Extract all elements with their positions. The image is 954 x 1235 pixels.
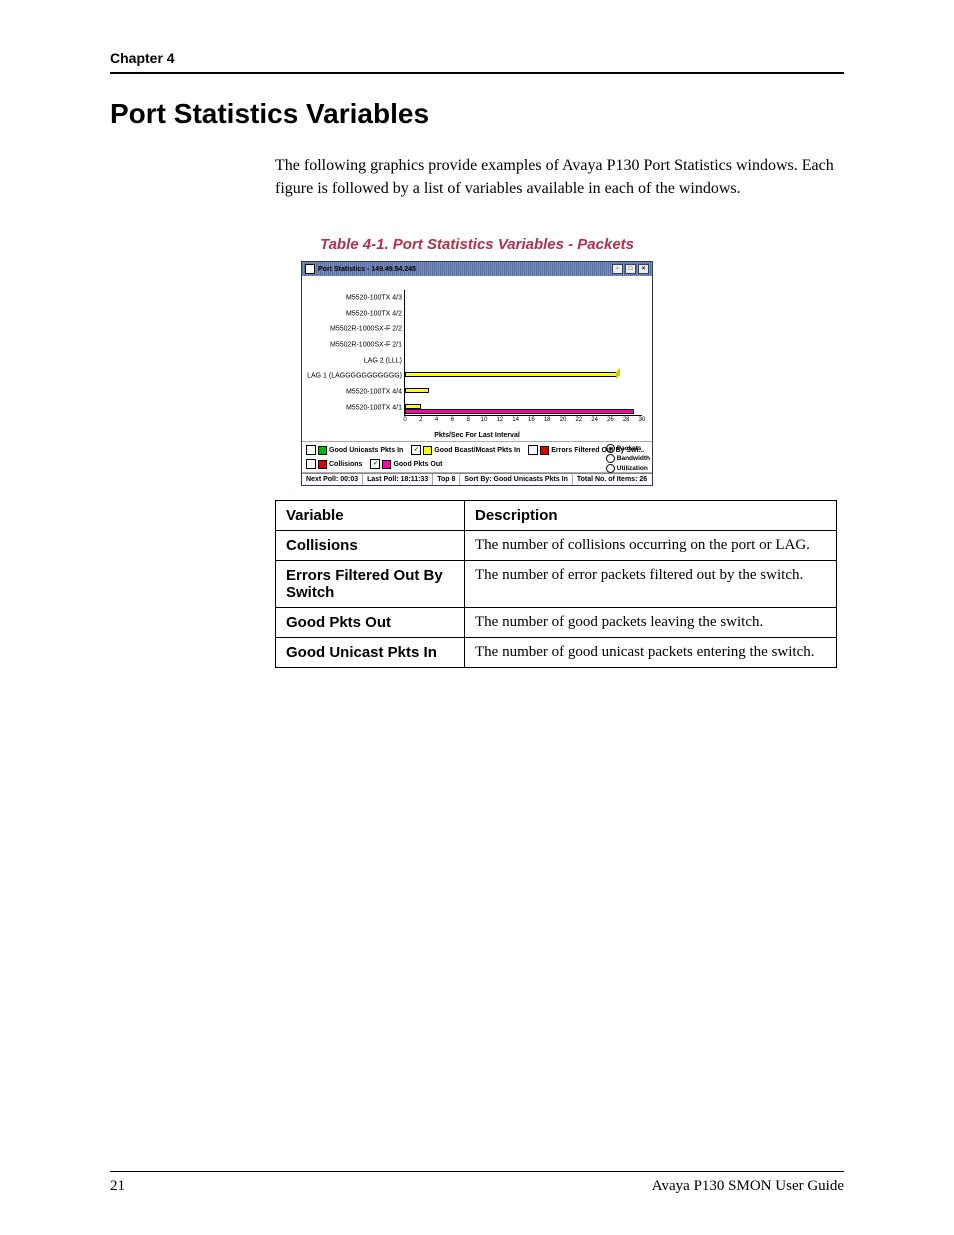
chart-x-tick: 24: [591, 417, 598, 423]
chapter-header: Chapter 4: [110, 50, 844, 66]
chart-x-tick: 22: [575, 417, 582, 423]
chart-x-tick: 0: [403, 417, 406, 423]
window-title: Port Statistics - 149.49.54.245: [318, 266, 416, 273]
legend-label: Good Unicasts Pkts In: [329, 447, 403, 454]
status-total: Total No. of Items: 26: [573, 474, 651, 485]
chart-y-label: LAG 1 (LAGGGGGGGGGGG): [307, 373, 405, 380]
radio-bandwidth[interactable]: Bandwidth: [606, 454, 650, 463]
swatch-icon: [423, 446, 432, 455]
radio-label: Bandwidth: [617, 455, 650, 462]
checkbox-icon[interactable]: [528, 445, 538, 455]
guide-name: Avaya P130 SMON User Guide: [652, 1178, 844, 1195]
header-rule: [110, 72, 844, 74]
window-titlebar: Port Statistics - 149.49.54.245 ▫ □ ×: [302, 262, 652, 276]
window-icon: [305, 264, 315, 274]
swatch-icon: [540, 446, 549, 455]
chart-x-tick: 8: [467, 417, 470, 423]
variable-description: The number of good unicast packets enter…: [465, 638, 837, 668]
status-next-poll: Next Poll: 00:03: [302, 474, 363, 485]
legend-label: Good Bcast/Mcast Pkts In: [434, 447, 520, 454]
legend-label: Good Pkts Out: [393, 461, 442, 468]
col-variable: Variable: [276, 501, 465, 531]
status-last-poll: Last Poll: 18:11:33: [363, 474, 433, 485]
chart-x-tick: 10: [481, 417, 488, 423]
chart-x-tick: 28: [623, 417, 630, 423]
table-row: Good Unicast Pkts InThe number of good u…: [276, 638, 837, 668]
port-stats-window: Port Statistics - 149.49.54.245 ▫ □ × M5…: [301, 261, 653, 486]
chart-x-tick: 18: [544, 417, 551, 423]
legend-item-collisions[interactable]: Collisions: [306, 459, 362, 469]
radio-label: Utilization: [617, 465, 648, 472]
swatch-icon: [318, 446, 327, 455]
chart-bar: [405, 372, 618, 377]
checkbox-icon[interactable]: [306, 445, 316, 455]
table-row: CollisionsThe number of collisions occur…: [276, 531, 837, 561]
chart-bar: [405, 409, 634, 414]
close-icon[interactable]: ×: [638, 264, 649, 274]
chart-x-tick: 16: [528, 417, 535, 423]
status-bar: Next Poll: 00:03 Last Poll: 18:11:33 Top…: [302, 473, 652, 485]
variable-description: The number of collisions occurring on th…: [465, 531, 837, 561]
legend-item-good-out[interactable]: Good Pkts Out: [370, 459, 442, 469]
chart-x-tick: 2: [419, 417, 422, 423]
chart-y-label: M5520-100TX 4/2: [346, 310, 405, 317]
maximize-icon[interactable]: □: [625, 264, 636, 274]
col-description: Description: [465, 501, 837, 531]
checkbox-icon[interactable]: [370, 459, 380, 469]
chart-y-label: M5520-100TX 4/1: [346, 404, 405, 411]
legend-item-bcast[interactable]: Good Bcast/Mcast Pkts In: [411, 445, 520, 455]
chart-x-tick: 4: [435, 417, 438, 423]
variable-description: The number of error packets filtered out…: [465, 561, 837, 608]
intro-paragraph: The following graphics provide examples …: [275, 154, 844, 200]
radio-utilization[interactable]: Utilization: [606, 464, 650, 473]
radio-icon[interactable]: [606, 464, 615, 473]
chart-y-label: LAG 2 (LLL): [364, 357, 405, 364]
chart-bar: [405, 388, 429, 393]
checkbox-icon[interactable]: [411, 445, 421, 455]
radio-packets[interactable]: Packets: [606, 444, 650, 453]
chart-x-tick: 20: [560, 417, 567, 423]
chart-y-label: M5502R-1000SX-F 2/1: [330, 342, 405, 349]
chart-x-tick: 26: [607, 417, 614, 423]
chart-x-tick: 12: [496, 417, 503, 423]
chart-y-label: M5502R-1000SX-F 2/2: [330, 326, 405, 333]
radio-label: Packets: [617, 445, 642, 452]
variable-name: Good Unicast Pkts In: [276, 638, 465, 668]
radio-icon[interactable]: [606, 444, 615, 453]
chart-y-label: M5520-100TX 4/3: [346, 295, 405, 302]
page-number: 21: [110, 1178, 125, 1195]
legend-item-good-unicasts[interactable]: Good Unicasts Pkts In: [306, 445, 403, 455]
chart-xlabel: Pkts/Sec For Last Interval: [302, 432, 652, 439]
swatch-icon: [382, 460, 391, 469]
legend: Good Unicasts Pkts In Good Bcast/Mcast P…: [302, 442, 652, 473]
variable-name: Errors Filtered Out By Switch: [276, 561, 465, 608]
variables-table: Variable Description CollisionsThe numbe…: [275, 500, 837, 668]
chart-x-tick: 14: [512, 417, 519, 423]
page-footer: 21 Avaya P130 SMON User Guide: [110, 1163, 844, 1195]
variable-description: The number of good packets leaving the s…: [465, 608, 837, 638]
status-sort: Sort By: Good Unicasts Pkts In: [460, 474, 572, 485]
bar-chart: M5520-100TX 4/3 M5520-100TX 4/2 M5502R-100…: [302, 276, 652, 442]
status-top: Top 8: [433, 474, 460, 485]
variable-name: Collisions: [276, 531, 465, 561]
chart-x-tick: 6: [451, 417, 454, 423]
table-row: Errors Filtered Out By SwitchThe number …: [276, 561, 837, 608]
table-header-row: Variable Description: [276, 501, 837, 531]
swatch-icon: [318, 460, 327, 469]
page-title: Port Statistics Variables: [110, 98, 844, 130]
chart-y-label: M5520-100TX 4/4: [346, 388, 405, 395]
iconify-icon[interactable]: ▫: [612, 264, 623, 274]
legend-label: Collisions: [329, 461, 362, 468]
figure-caption: Table 4-1. Port Statistics Variables - P…: [110, 236, 844, 253]
radio-icon[interactable]: [606, 454, 615, 463]
chart-x-tick: 30: [639, 417, 646, 423]
variable-name: Good Pkts Out: [276, 608, 465, 638]
table-row: Good Pkts OutThe number of good packets …: [276, 608, 837, 638]
checkbox-icon[interactable]: [306, 459, 316, 469]
